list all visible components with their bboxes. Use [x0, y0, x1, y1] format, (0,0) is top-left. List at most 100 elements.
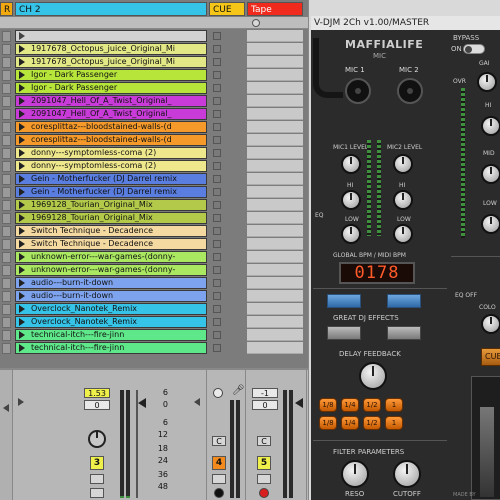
prev-track-clip-slot[interactable]: [2, 330, 11, 341]
tape-clip-slot[interactable]: [247, 43, 303, 55]
play-icon[interactable]: [19, 123, 25, 131]
plugin-title[interactable]: V-DJM 2Ch v1.00/MASTER: [311, 16, 500, 30]
prev-track-clip-slot[interactable]: [2, 187, 11, 198]
fader-arrow-icon[interactable]: [3, 404, 9, 412]
ch2-pan-value[interactable]: 0: [84, 400, 110, 410]
cue-clip-stop-icon[interactable]: [213, 201, 221, 209]
ch2-arm-button[interactable]: [90, 488, 104, 498]
clip-slot[interactable]: [15, 30, 207, 42]
play-icon[interactable]: [19, 253, 25, 261]
track-header-tape[interactable]: Tape: [247, 2, 303, 16]
play-icon[interactable]: [19, 344, 25, 352]
microphone-icon[interactable]: 🎤︎: [232, 385, 245, 396]
cue-clip-stop-icon[interactable]: [213, 331, 221, 339]
play-icon[interactable]: [19, 318, 25, 326]
prev-track-clip-slot[interactable]: [2, 252, 11, 263]
clip-slot[interactable]: 2091047_Hell_Of_A_Twist_Original_: [15, 108, 207, 120]
cue-monitor-icon[interactable]: [213, 388, 223, 398]
clip-slot[interactable]: Igor - Dark Passenger: [15, 69, 207, 81]
tape-clip-slot[interactable]: [247, 225, 303, 237]
tape-clip-slot[interactable]: [247, 303, 303, 315]
cue-track-activator[interactable]: 4: [212, 456, 226, 470]
tape-clip-slot[interactable]: [247, 186, 303, 198]
clip-slot[interactable]: Gein - Motherfucker (DJ Darrel remix: [15, 186, 207, 198]
clip-slot[interactable]: Switch Technique - Decadence: [15, 238, 207, 250]
clip-slot[interactable]: donny---symptomless-coma (2): [15, 160, 207, 172]
cue-clip-stop-icon[interactable]: [213, 84, 221, 92]
prev-track-clip-slot[interactable]: [2, 265, 11, 276]
play-icon[interactable]: [19, 58, 25, 66]
prev-track-clip-slot[interactable]: [2, 239, 11, 250]
ch2-fader-cap[interactable]: [138, 398, 146, 408]
tape-clip-slot[interactable]: [247, 173, 303, 185]
cue-clip-stop-icon[interactable]: [213, 110, 221, 118]
fx-pad-2[interactable]: 1/4: [341, 398, 359, 412]
gain-knob[interactable]: [477, 72, 497, 92]
send-arrow-icon[interactable]: [194, 398, 200, 406]
tape-clip-slot[interactable]: [247, 160, 303, 172]
prev-track-clip-slot[interactable]: [2, 31, 11, 42]
ch2-solo-button[interactable]: [90, 474, 104, 484]
clip-slot[interactable]: technical-itch---fire-jinn: [15, 342, 207, 354]
prev-track-clip-slot[interactable]: [2, 304, 11, 315]
channel-mid-knob[interactable]: [481, 164, 500, 184]
play-icon[interactable]: [19, 149, 25, 157]
track-header-prev[interactable]: R: [0, 2, 13, 16]
play-icon[interactable]: [19, 97, 25, 105]
tape-clip-slot[interactable]: [247, 238, 303, 250]
tape-stop-icon[interactable]: [252, 19, 260, 27]
cue-clip-stop-icon[interactable]: [213, 32, 221, 40]
cue-clip-stop-icon[interactable]: [213, 240, 221, 248]
prev-track-clip-slot[interactable]: [2, 174, 11, 185]
tape-clip-slot[interactable]: [247, 290, 303, 302]
tape-track-activator[interactable]: 5: [257, 456, 271, 470]
clip-slot[interactable]: Igor - Dark Passenger: [15, 82, 207, 94]
fx-pad-3[interactable]: 1/2: [363, 398, 381, 412]
clip-slot[interactable]: Gein - Motherfucker (DJ Darrel remix: [15, 173, 207, 185]
play-icon[interactable]: [19, 136, 25, 144]
tape-clip-slot[interactable]: [247, 212, 303, 224]
bypass-toggle[interactable]: [463, 44, 485, 54]
clip-slot[interactable]: donny---symptomless-coma (2): [15, 147, 207, 159]
cue-clip-stop-icon[interactable]: [213, 305, 221, 313]
mic1-low-knob[interactable]: [341, 224, 361, 244]
fx-pad-6[interactable]: 1/4: [341, 416, 359, 430]
prev-track-clip-slot[interactable]: [2, 213, 11, 224]
prev-track-clip-slot[interactable]: [2, 83, 11, 94]
clip-slot[interactable]: 2091047_Hell_Of_A_Twist_Original_: [15, 95, 207, 107]
prev-track-clip-slot[interactable]: [2, 148, 11, 159]
cue-clip-stop-icon[interactable]: [213, 188, 221, 196]
play-icon[interactable]: [19, 279, 25, 287]
tape-clip-slot[interactable]: [247, 30, 303, 42]
mic1-hi-knob[interactable]: [341, 190, 361, 210]
tape-clip-slot[interactable]: [247, 121, 303, 133]
play-icon[interactable]: [19, 71, 25, 79]
cue-clip-stop-icon[interactable]: [213, 149, 221, 157]
fx-pad-5[interactable]: 1/8: [319, 416, 337, 430]
clip-slot[interactable]: Overclock_Nanotek_Remix: [15, 303, 207, 315]
tape-clip-slot[interactable]: [247, 316, 303, 328]
tape-clip-slot[interactable]: [247, 251, 303, 263]
ch2-pan-knob[interactable]: [88, 430, 106, 448]
clip-slot[interactable]: coresplittaz---bloodstained-walls-(d: [15, 121, 207, 133]
prev-track-clip-slot[interactable]: [2, 122, 11, 133]
mic1-level-knob[interactable]: [341, 154, 361, 174]
tape-clip-slot[interactable]: [247, 95, 303, 107]
play-icon[interactable]: [19, 110, 25, 118]
channel-low-knob[interactable]: [481, 214, 500, 234]
effect-button-3[interactable]: [327, 326, 361, 340]
prev-track-clip-slot[interactable]: [2, 44, 11, 55]
play-icon[interactable]: [19, 45, 25, 53]
channel-fader-handle[interactable]: [480, 407, 494, 497]
prev-track-clip-slot[interactable]: [2, 109, 11, 120]
clip-slot[interactable]: Overclock_Nanotek_Remix: [15, 316, 207, 328]
reso-knob[interactable]: [341, 460, 369, 488]
tape-clip-slot[interactable]: [247, 56, 303, 68]
collapse-arrow-icon[interactable]: [18, 398, 24, 406]
tape-arm-button[interactable]: [259, 488, 269, 498]
tape-clip-slot[interactable]: [247, 264, 303, 276]
delay-feedback-knob[interactable]: [359, 362, 387, 390]
tape-volume-value[interactable]: -1: [252, 388, 278, 398]
cue-clip-stop-icon[interactable]: [213, 58, 221, 66]
cue-clip-stop-icon[interactable]: [213, 45, 221, 53]
